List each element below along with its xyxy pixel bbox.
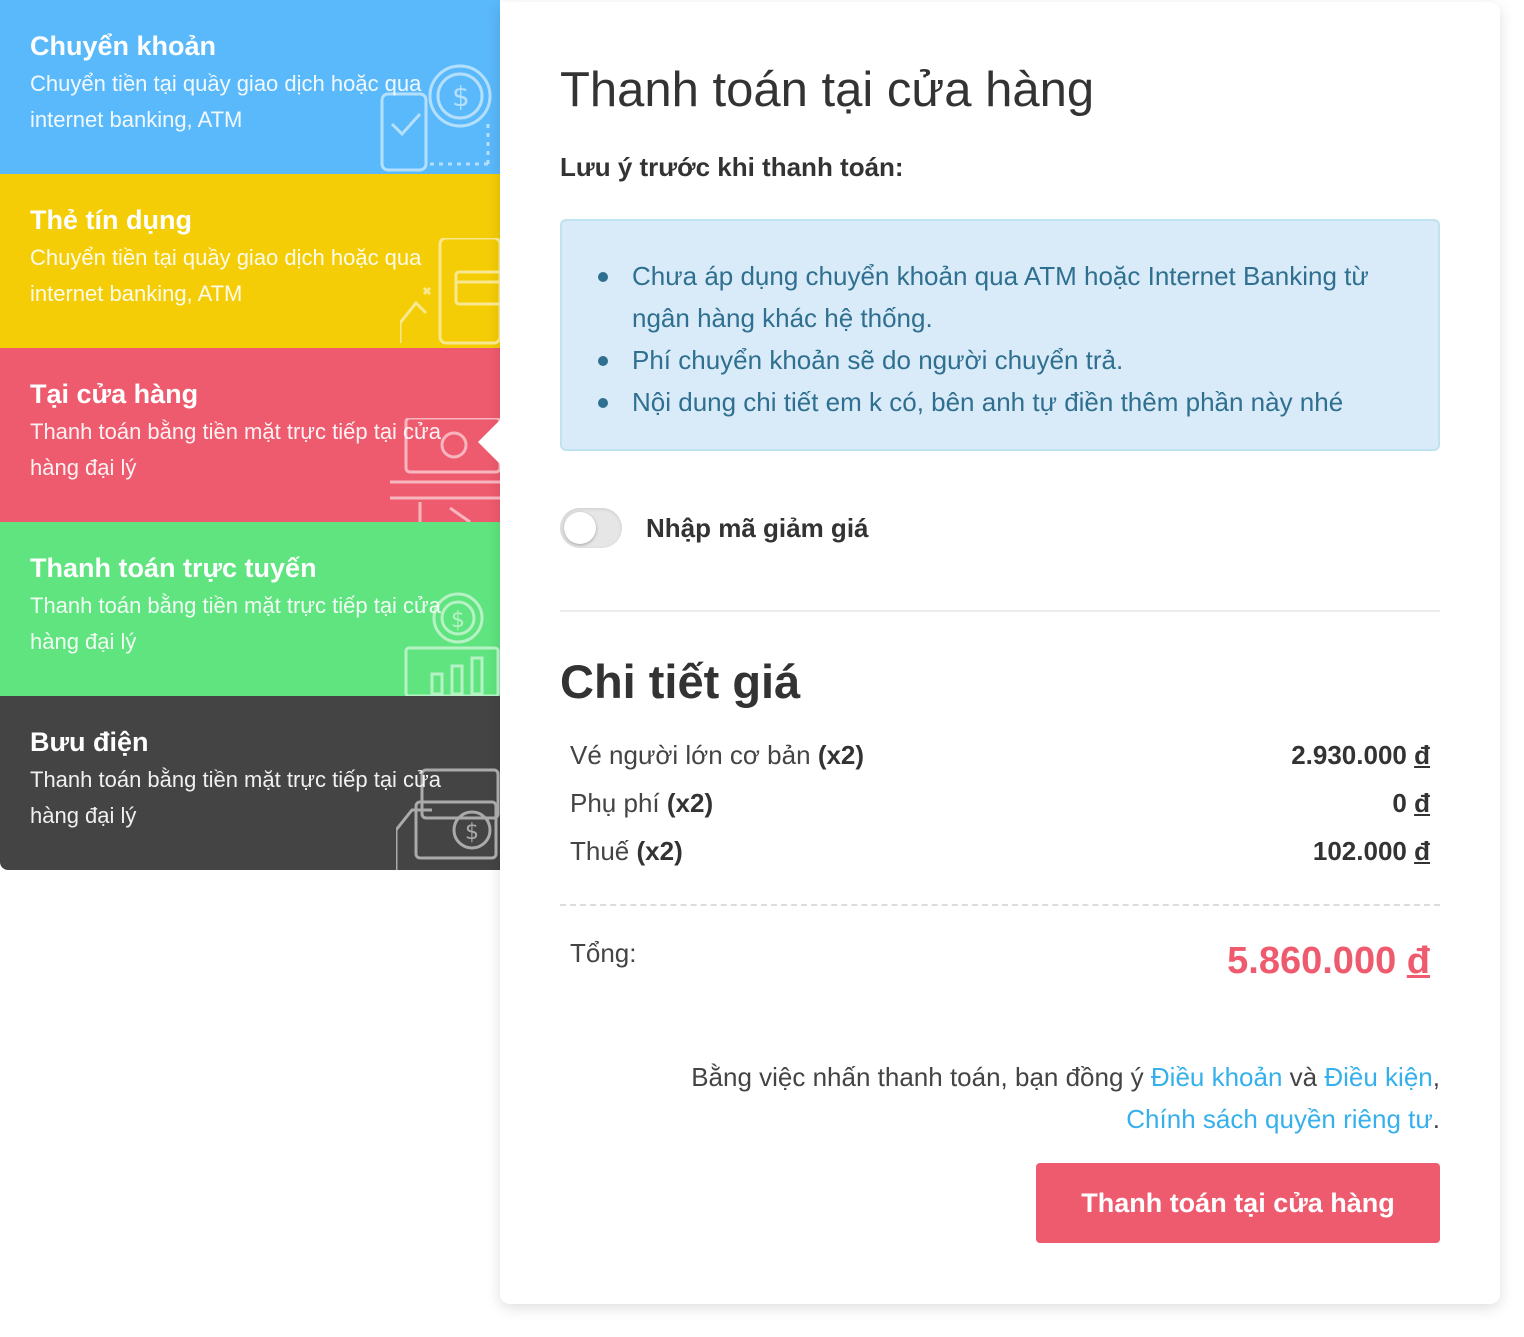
toggle-knob xyxy=(564,512,596,544)
price-row-label: Thuế (x2) xyxy=(570,836,683,866)
conditions-link[interactable]: Điều kiện xyxy=(1324,1062,1432,1092)
discount-code-row: Nhập mã giảm giá xyxy=(560,508,869,548)
info-alert: Chưa áp dụng chuyển khoản qua ATM hoặc I… xyxy=(560,219,1440,451)
method-title: Thẻ tín dụng xyxy=(30,205,192,235)
discount-code-toggle[interactable] xyxy=(560,508,622,548)
method-description: Thanh toán bằng tiền mặt trực tiếp tại c… xyxy=(30,419,442,480)
method-title: Chuyển khoản xyxy=(30,31,217,61)
price-row-amount: 102.000 đ xyxy=(1312,836,1430,866)
price-row-label: Vé người lớn cơ bản (x2) xyxy=(570,740,865,770)
divider xyxy=(560,610,1440,612)
method-title: Thanh toán trực tuyến xyxy=(30,553,317,583)
payment-page: Chuyển khoản Chuyển tiền tại quầy giao d… xyxy=(0,0,1524,1337)
method-title: Tại cửa hàng xyxy=(30,379,199,409)
method-description: Thanh toán bằng tiền mặt trực tiếp tại c… xyxy=(30,767,442,828)
active-method-indicator xyxy=(478,420,500,464)
method-description: Chuyển tiền tại quầy giao dịch hoặc qua … xyxy=(30,71,422,132)
price-table: Vé người lớn cơ bản (x2) 2.930.000 đ Phụ… xyxy=(570,740,1430,884)
price-details-title: Chi tiết giá xyxy=(560,655,801,708)
page-title: Thanh toán tại cửa hàng xyxy=(560,63,1095,117)
privacy-policy-link[interactable]: Chính sách quyền riêng tư xyxy=(1126,1104,1432,1134)
method-bank-transfer[interactable]: Chuyển khoản Chuyển tiền tại quầy giao d… xyxy=(0,0,500,174)
note-item: Phí chuyển khoản sẽ do người chuyển trả. xyxy=(598,339,1438,381)
total-amount: 5.860.000 đ xyxy=(1227,940,1430,982)
price-row: Vé người lớn cơ bản (x2) 2.930.000 đ xyxy=(570,740,1430,788)
note-item: Nội dung chi tiết em k có, bên anh tự đi… xyxy=(598,381,1438,423)
price-row-label: Phụ phí (x2) xyxy=(570,788,714,818)
discount-code-label: Nhập mã giảm giá xyxy=(646,512,869,543)
total-label: Tổng: xyxy=(570,938,637,968)
method-online-payment[interactable]: Thanh toán trực tuyến Thanh toán bằng ti… xyxy=(0,522,500,696)
method-description: Chuyển tiền tại quầy giao dịch hoặc qua … xyxy=(30,245,422,306)
price-row: Phụ phí (x2) 0 đ xyxy=(570,788,1430,836)
total-divider xyxy=(560,904,1440,906)
note-heading: Lưu ý trước khi thanh toán: xyxy=(560,152,904,182)
payment-method-list: Chuyển khoản Chuyển tiền tại quầy giao d… xyxy=(0,0,500,870)
terms-link[interactable]: Điều khoản xyxy=(1151,1062,1283,1092)
payment-detail-card: Thanh toán tại cửa hàng Lưu ý trước khi … xyxy=(500,2,1500,1304)
price-row-amount: 2.930.000 đ xyxy=(1291,740,1430,770)
note-list: Chưa áp dụng chuyển khoản qua ATM hoặc I… xyxy=(598,255,1438,423)
method-title: Bưu điện xyxy=(30,727,149,757)
method-at-store[interactable]: Tại cửa hàng Thanh toán bằng tiền mặt tr… xyxy=(0,348,500,522)
method-post-office[interactable]: Bưu điện Thanh toán bằng tiền mặt trực t… xyxy=(0,696,500,870)
method-description: Thanh toán bằng tiền mặt trực tiếp tại c… xyxy=(30,593,442,654)
pay-at-store-button[interactable]: Thanh toán tại cửa hàng xyxy=(1036,1163,1440,1243)
note-item: Chưa áp dụng chuyển khoản qua ATM hoặc I… xyxy=(598,255,1392,339)
price-row-amount: 0 đ xyxy=(1392,788,1430,818)
terms-notice: Bằng việc nhấn thanh toán, bạn đồng ý Đi… xyxy=(691,1062,1440,1134)
method-credit-card[interactable]: Thẻ tín dụng Chuyển tiền tại quầy giao d… xyxy=(0,174,500,348)
price-row: Thuế (x2) 102.000 đ xyxy=(570,836,1430,884)
